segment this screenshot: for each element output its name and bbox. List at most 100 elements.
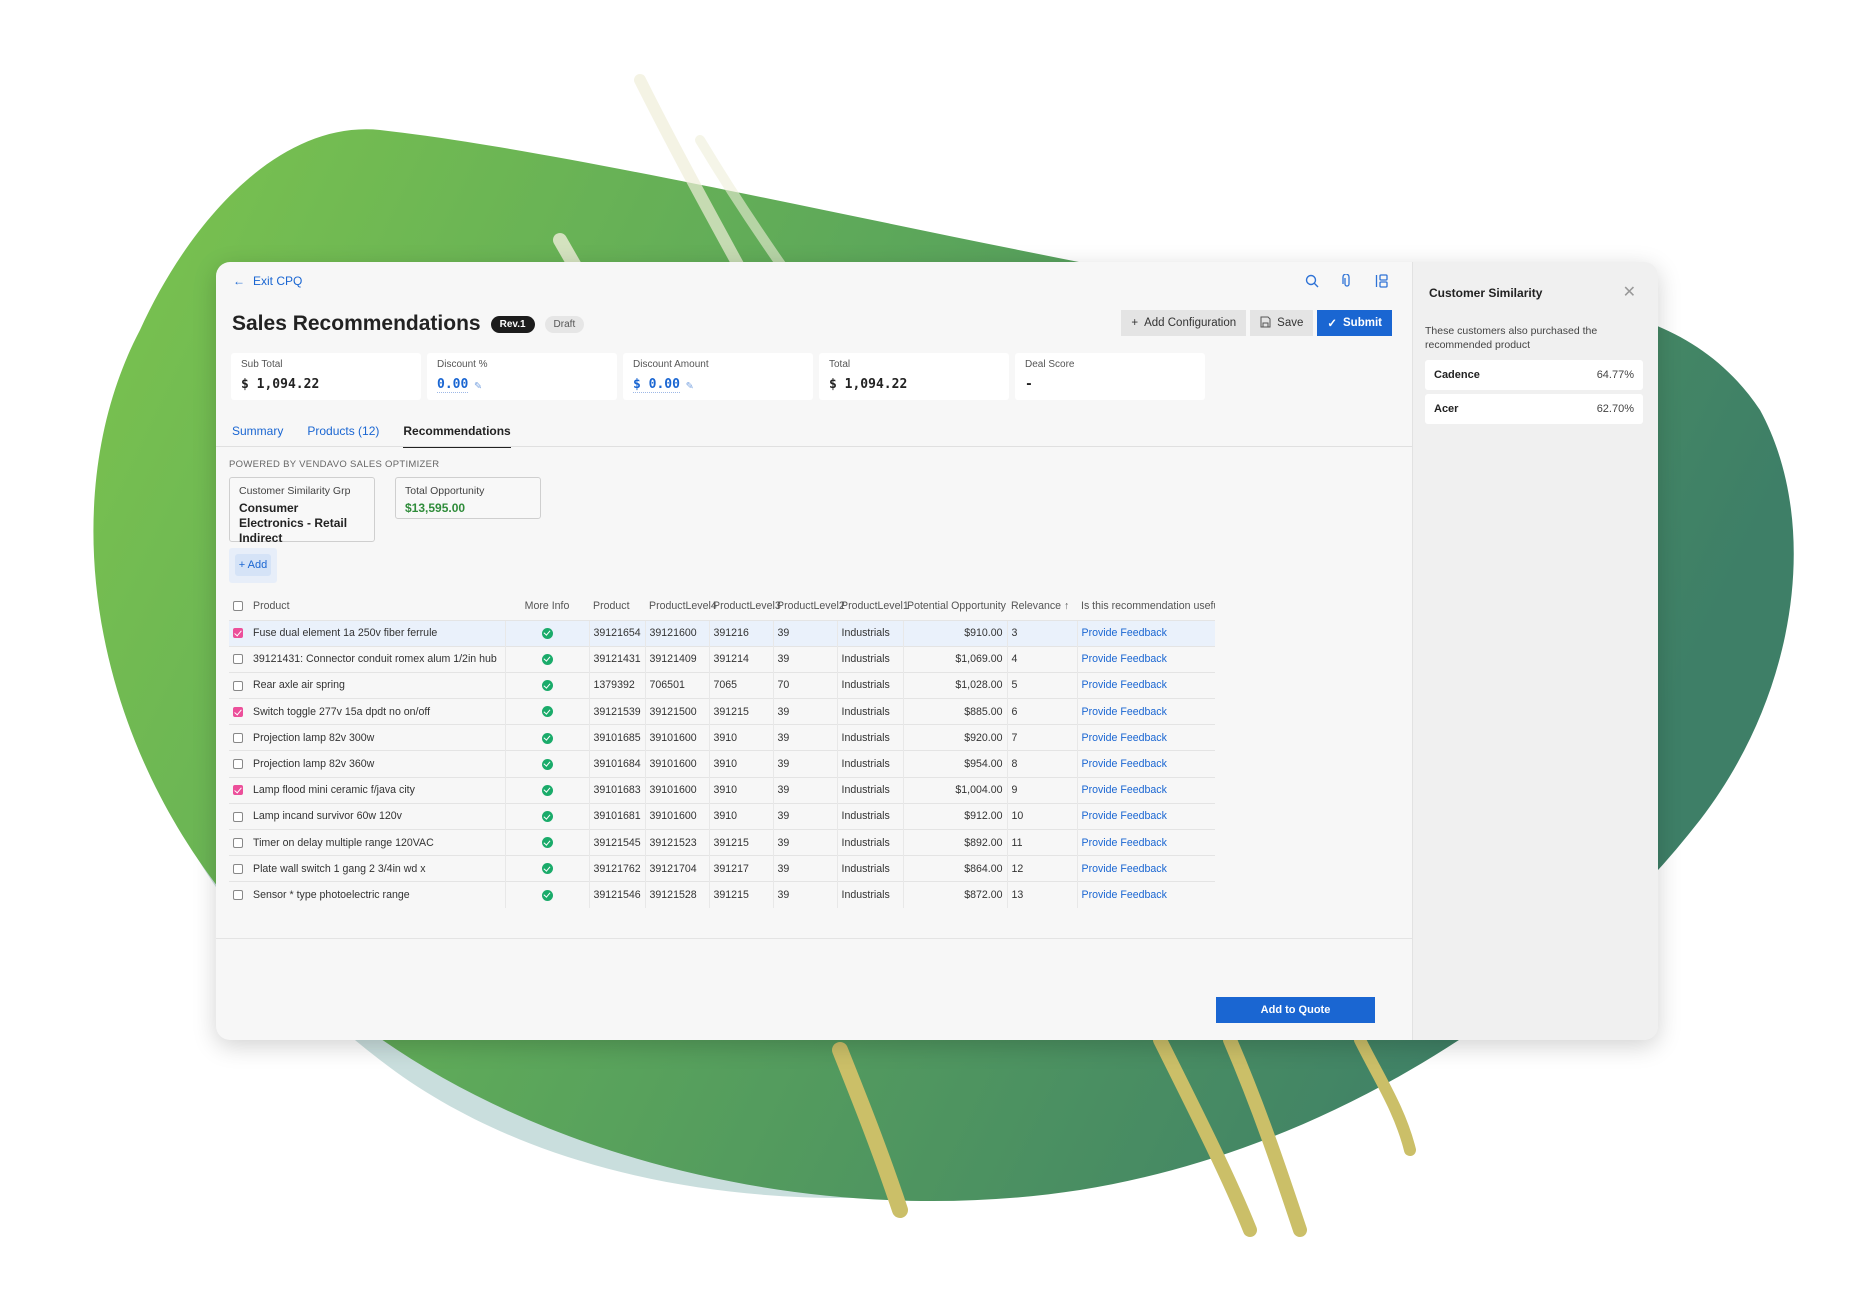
row-checkbox[interactable]	[233, 863, 243, 874]
check-circle-icon[interactable]	[541, 732, 553, 744]
provide-feedback-link[interactable]: Provide Feedback	[1082, 758, 1167, 770]
table-row[interactable]: Lamp flood mini ceramic f/java city 39101…	[229, 776, 1215, 804]
provide-feedback-link[interactable]: Provide Feedback	[1082, 837, 1167, 849]
card-value: Consumer Electronics - Retail Indirect	[239, 501, 348, 545]
more-info-cell	[504, 828, 589, 856]
discount-amount-value[interactable]: $ 0.00	[633, 377, 680, 393]
row-checkbox[interactable]	[233, 733, 243, 744]
row-checkbox[interactable]	[233, 654, 243, 665]
layout-panel-icon[interactable]	[1375, 274, 1388, 292]
pencil-icon[interactable]: ✎	[686, 378, 693, 392]
provide-feedback-link[interactable]: Provide Feedback	[1082, 732, 1167, 744]
row-checkbox[interactable]	[233, 628, 243, 639]
table-row[interactable]: Rear axle air spring 1379392 706501 7065 70 I…	[229, 671, 1215, 699]
product-level2: 39	[772, 698, 837, 725]
check-circle-icon[interactable]	[541, 627, 553, 639]
check-circle-icon[interactable]	[541, 863, 553, 875]
add-to-quote-button[interactable]: Add to Quote	[1216, 997, 1375, 1023]
add-button[interactable]: + Add	[235, 554, 271, 576]
tab-summary[interactable]: Summary	[232, 424, 283, 448]
exit-cpq-link[interactable]: ← Exit CPQ	[233, 274, 302, 288]
provide-feedback-link[interactable]: Provide Feedback	[1082, 810, 1167, 822]
tab-recommendations[interactable]: Recommendations	[403, 424, 511, 448]
table-row[interactable]: 39121431: Connector conduit romex alum 1…	[229, 645, 1215, 673]
product-name: Fuse dual element 1a 250v fiber ferrule	[249, 619, 505, 647]
potential-opportunity: $864.00	[902, 855, 1007, 882]
recommendations-table[interactable]: Product More Info Product ProductLevel4 …	[229, 592, 1215, 938]
product-name: 39121431: Connector conduit romex alum 1…	[249, 645, 505, 673]
provide-feedback-link[interactable]: Provide Feedback	[1082, 653, 1167, 665]
kpi-bar: Sub Total $ 1,094.22 Discount % 0.00 ✎ D…	[231, 353, 1205, 400]
row-checkbox[interactable]	[233, 759, 243, 770]
check-circle-icon[interactable]	[541, 680, 553, 692]
check-circle-icon[interactable]	[541, 784, 553, 796]
row-checkbox[interactable]	[233, 890, 243, 901]
arrow-left-icon: ←	[233, 274, 245, 288]
submit-button[interactable]: ✓ Submit	[1317, 310, 1392, 336]
col-header-level1[interactable]: ProductLevel1	[837, 592, 909, 620]
col-header-product-name[interactable]: Product	[249, 592, 505, 620]
col-header-more-info[interactable]: More Info	[505, 592, 589, 620]
card-value: $13,595.00	[405, 501, 466, 515]
more-info-cell	[504, 881, 589, 909]
discount-percent-value[interactable]: 0.00	[437, 377, 469, 393]
tab-products[interactable]: Products (12)	[307, 424, 379, 448]
kpi-label: Discount %	[437, 359, 488, 370]
row-checkbox[interactable]	[233, 811, 243, 822]
side-panel-description: These customers also purchased the recom…	[1425, 325, 1598, 351]
potential-opportunity: $910.00	[902, 619, 1007, 647]
table-row[interactable]: Fuse dual element 1a 250v fiber ferrule 3…	[229, 619, 1215, 647]
col-header-opportunity[interactable]: Potential Opportunity	[903, 592, 1007, 620]
row-checkbox[interactable]	[233, 706, 243, 717]
checkmark-icon: ✓	[1327, 318, 1338, 330]
table-row[interactable]: Projection lamp 82v 360w 39101684 39101600…	[229, 750, 1215, 778]
close-icon[interactable]: ✕	[1623, 282, 1636, 302]
provide-feedback-link[interactable]: Provide Feedback	[1082, 784, 1167, 796]
top-toolbar	[1305, 273, 1388, 292]
product-level3: 391215	[708, 881, 773, 909]
relevance: 6	[1006, 698, 1077, 725]
col-header-product[interactable]: Product	[589, 592, 645, 620]
check-circle-icon[interactable]	[541, 889, 553, 901]
check-circle-icon[interactable]	[541, 837, 553, 849]
check-circle-icon[interactable]	[541, 758, 553, 770]
table-row[interactable]: Sensor * type photoelectric range 3912154…	[229, 881, 1215, 909]
provide-feedback-link[interactable]: Provide Feedback	[1082, 889, 1167, 901]
card-label: Total Opportunity	[405, 485, 485, 497]
potential-opportunity: $1,069.00	[902, 645, 1007, 673]
pencil-icon[interactable]: ✎	[474, 378, 481, 392]
col-header-level4[interactable]: ProductLevel4	[645, 592, 717, 620]
card-label: Customer Similarity Grp	[239, 485, 351, 497]
attachment-icon[interactable]	[1341, 273, 1353, 292]
table-row[interactable]: Plate wall switch 1 gang 2 3/4in wd x 391…	[229, 855, 1215, 882]
save-button[interactable]: Save	[1250, 310, 1314, 336]
provide-feedback-link[interactable]: Provide Feedback	[1082, 679, 1167, 691]
table-row[interactable]: Projection lamp 82v 300w 39101685 39101600…	[229, 724, 1215, 751]
product-level2: 39	[772, 802, 837, 830]
product-level2: 39	[772, 776, 837, 804]
provide-feedback-link[interactable]: Provide Feedback	[1082, 627, 1167, 639]
select-all-checkbox[interactable]	[233, 600, 243, 611]
check-circle-icon[interactable]	[541, 653, 553, 665]
row-checkbox[interactable]	[233, 680, 243, 691]
col-header-level3[interactable]: ProductLevel3	[709, 592, 781, 620]
search-icon[interactable]	[1305, 274, 1319, 292]
kpi-value-editable[interactable]: $ 0.00 ✎	[633, 377, 803, 393]
provide-feedback-link[interactable]: Provide Feedback	[1082, 863, 1167, 875]
check-circle-icon[interactable]	[541, 706, 553, 718]
row-checkbox[interactable]	[233, 785, 243, 796]
check-circle-icon[interactable]	[541, 811, 553, 823]
provide-feedback-link[interactable]: Provide Feedback	[1082, 706, 1167, 718]
col-header-level2[interactable]: ProductLevel2	[773, 592, 845, 620]
product-name: Lamp flood mini ceramic f/java city	[249, 776, 505, 804]
kpi-deal-score: Deal Score -	[1015, 353, 1205, 400]
table-row[interactable]: Lamp incand survivor 60w 120v 39101681 391…	[229, 802, 1215, 830]
product-name: Sensor * type photoelectric range	[249, 881, 505, 909]
table-row[interactable]: Timer on delay multiple range 120VAC 3912…	[229, 828, 1215, 856]
kpi-value-editable[interactable]: 0.00 ✎	[437, 377, 607, 393]
row-checkbox[interactable]	[233, 837, 243, 848]
product-level3: 3910	[708, 776, 773, 804]
add-configuration-button[interactable]: + Add Configuration	[1121, 310, 1247, 336]
col-header-relevance[interactable]: Relevance ↑	[1007, 592, 1077, 620]
table-row[interactable]: Switch toggle 277v 15a dpdt no on/off 391…	[229, 698, 1215, 725]
